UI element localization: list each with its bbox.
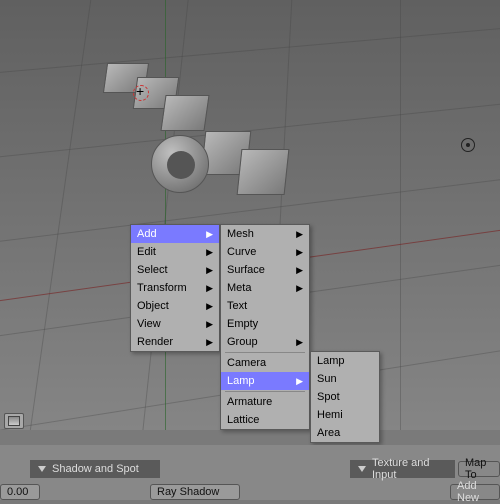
add-submenu[interactable]: Mesh▶ Curve▶ Surface▶ Meta▶ Text Empty G… xyxy=(220,224,310,430)
menu-item-meta[interactable]: Meta▶ xyxy=(221,279,309,297)
chevron-right-icon: ▶ xyxy=(296,376,303,387)
menu-item-hemi[interactable]: Hemi xyxy=(311,406,379,424)
menu-item-edit[interactable]: Edit▶ xyxy=(131,243,219,261)
chevron-right-icon: ▶ xyxy=(296,337,303,348)
editor-type-icon[interactable] xyxy=(4,413,24,429)
panel-shadow-spot[interactable]: Shadow and Spot xyxy=(30,460,160,478)
separator xyxy=(225,352,305,353)
chevron-right-icon: ▶ xyxy=(296,229,303,240)
triangle-down-icon xyxy=(358,466,366,472)
ray-shadow-button[interactable]: Ray Shadow xyxy=(150,484,240,500)
menu-item-add[interactable]: Add▶ xyxy=(131,225,219,243)
menu-item-lattice[interactable]: Lattice xyxy=(221,411,309,429)
menu-item-mesh[interactable]: Mesh▶ xyxy=(221,225,309,243)
menu-item-view[interactable]: View▶ xyxy=(131,315,219,333)
chevron-right-icon: ▶ xyxy=(206,301,213,312)
menu-item-object[interactable]: Object▶ xyxy=(131,297,219,315)
triangle-down-icon xyxy=(38,466,46,472)
context-menu[interactable]: Add▶ Edit▶ Select▶ Transform▶ Object▶ Vi… xyxy=(130,224,220,352)
menu-item-text[interactable]: Text xyxy=(221,297,309,315)
chevron-right-icon: ▶ xyxy=(206,229,213,240)
menu-item-group[interactable]: Group▶ xyxy=(221,333,309,351)
value-field[interactable]: 0.00 xyxy=(0,484,40,500)
chevron-right-icon: ▶ xyxy=(206,319,213,330)
menu-item-spot[interactable]: Spot xyxy=(311,388,379,406)
chevron-right-icon: ▶ xyxy=(296,247,303,258)
chevron-right-icon: ▶ xyxy=(296,265,303,276)
menu-item-render[interactable]: Render▶ xyxy=(131,333,219,351)
menu-item-area[interactable]: Area xyxy=(311,424,379,442)
menu-item-armature[interactable]: Armature xyxy=(221,393,309,411)
panel-texture-input[interactable]: Texture and Input xyxy=(350,460,455,478)
menu-item-sun[interactable]: Sun xyxy=(311,370,379,388)
pivot-icon xyxy=(461,138,475,152)
cursor-3d-icon xyxy=(130,82,150,102)
lamp-submenu[interactable]: Lamp Sun Spot Hemi Area xyxy=(310,351,380,443)
chevron-right-icon: ▶ xyxy=(206,265,213,276)
chevron-right-icon: ▶ xyxy=(206,247,213,258)
mesh-objects[interactable] xyxy=(95,55,315,235)
separator xyxy=(225,391,305,392)
menu-item-surface[interactable]: Surface▶ xyxy=(221,261,309,279)
chevron-right-icon: ▶ xyxy=(206,283,213,294)
chevron-right-icon: ▶ xyxy=(206,337,213,348)
menu-item-lamp-type[interactable]: Lamp xyxy=(311,352,379,370)
menu-item-camera[interactable]: Camera xyxy=(221,354,309,372)
menu-item-empty[interactable]: Empty xyxy=(221,315,309,333)
menu-item-transform[interactable]: Transform▶ xyxy=(131,279,219,297)
menu-item-curve[interactable]: Curve▶ xyxy=(221,243,309,261)
menu-item-lamp[interactable]: Lamp▶ xyxy=(221,372,309,390)
add-new-button[interactable]: Add New xyxy=(450,484,500,500)
map-to-tab[interactable]: Map To xyxy=(458,461,500,477)
chevron-right-icon: ▶ xyxy=(296,283,303,294)
menu-item-select[interactable]: Select▶ xyxy=(131,261,219,279)
